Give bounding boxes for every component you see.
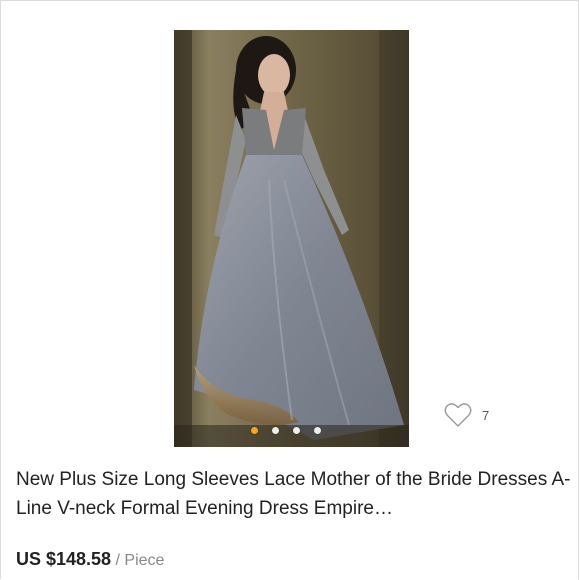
- price-unit: Piece: [124, 552, 165, 569]
- carousel-dot[interactable]: [314, 427, 321, 434]
- product-card: 7 New Plus Size Long Sleeves Lace Mother…: [0, 0, 579, 579]
- carousel-dot[interactable]: [272, 427, 279, 434]
- dress-photo: [174, 30, 409, 447]
- product-title[interactable]: New Plus Size Long Sleeves Lace Mother o…: [16, 465, 571, 523]
- carousel-dot-active[interactable]: [251, 427, 258, 434]
- carousel-dot[interactable]: [293, 427, 300, 434]
- product-image[interactable]: [174, 30, 409, 447]
- price-separator: /: [111, 552, 125, 569]
- wishlist-count: 7: [482, 407, 490, 423]
- heart-outline-icon[interactable]: [444, 402, 472, 428]
- price-row: US $148.58 / Piece: [16, 549, 164, 570]
- product-price: US $148.58: [16, 549, 112, 569]
- carousel-indicator[interactable]: [251, 427, 321, 434]
- wishlist-button[interactable]: 7: [444, 402, 489, 428]
